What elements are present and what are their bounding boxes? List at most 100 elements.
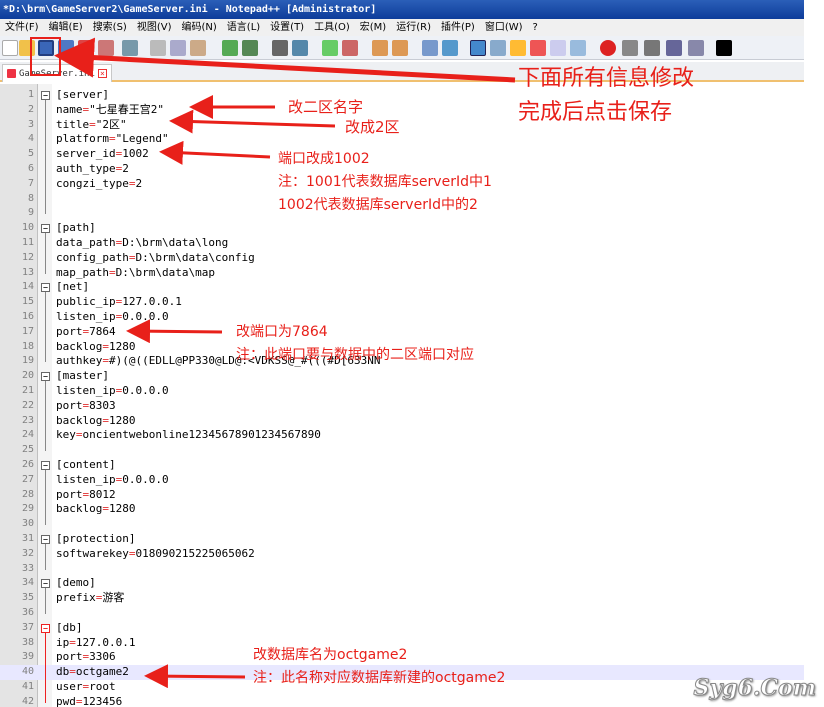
fold-toggle-icon[interactable]: − — [41, 372, 50, 382]
find-icon[interactable] — [272, 40, 288, 56]
code-line[interactable]: 33 — [0, 562, 804, 577]
code-line[interactable]: 27 listen_ip=0.0.0.0 — [0, 473, 804, 488]
save-macro-icon[interactable] — [688, 40, 704, 56]
code-line[interactable]: 39 port=3306 — [0, 650, 804, 665]
show-all-chars-icon[interactable] — [442, 40, 458, 56]
menu-item[interactable]: 搜索(S) — [88, 19, 132, 36]
code-line[interactable]: 2 name="七星春王宫2" — [0, 103, 804, 118]
plugin-icon[interactable] — [716, 40, 732, 56]
code-line[interactable]: 29 backlog=1280 — [0, 502, 804, 517]
code-line[interactable]: 4 platform="Legend" — [0, 132, 804, 147]
code-line[interactable]: 28 port=8012 — [0, 488, 804, 503]
menu-item[interactable]: 视图(V) — [132, 19, 177, 36]
menu-item[interactable]: 语言(L) — [222, 19, 265, 36]
code-line[interactable]: 14 [net] − — [0, 280, 804, 295]
code-line[interactable]: 35 prefix=游客 — [0, 591, 804, 606]
menu-item[interactable]: 运行(R) — [391, 19, 436, 36]
indent-guide-icon[interactable] — [470, 40, 486, 56]
code-line[interactable]: 20 [master] − — [0, 369, 804, 384]
code-line[interactable]: 41 user=root — [0, 680, 804, 695]
tab-bar: GameServer.ini × — [0, 62, 804, 82]
sync-h-icon[interactable] — [392, 40, 408, 56]
menu-item[interactable]: 工具(O) — [309, 19, 355, 36]
word-wrap-icon[interactable] — [422, 40, 438, 56]
fold-toggle-icon[interactable]: − — [41, 535, 50, 544]
open-file-icon[interactable] — [19, 40, 35, 56]
fold-toggle-icon[interactable]: − — [41, 461, 50, 470]
code-line[interactable]: 6 auth_type=2 — [0, 162, 804, 177]
paste-icon[interactable] — [190, 40, 206, 56]
code-line[interactable]: 38 ip=127.0.0.1 — [0, 636, 804, 651]
record-macro-icon[interactable] — [600, 40, 616, 56]
menu-item[interactable]: ? — [528, 19, 543, 36]
sync-v-icon[interactable] — [372, 40, 388, 56]
code-line[interactable]: 1 [server] − — [0, 88, 804, 103]
cut-icon[interactable] — [150, 40, 166, 56]
save-all-icon[interactable] — [58, 40, 74, 56]
code-line[interactable]: 37 [db] − — [0, 621, 804, 636]
menu-item[interactable]: 设置(T) — [265, 19, 309, 36]
fold-toggle-icon[interactable]: − — [41, 224, 50, 234]
code-line[interactable]: 17 port=7864 — [0, 325, 804, 340]
code-line[interactable]: 11 data_path=D:\brm\data\long — [0, 236, 804, 251]
code-line[interactable]: 30 — [0, 517, 804, 532]
print-icon[interactable] — [122, 40, 138, 56]
fold-toggle-icon[interactable]: − — [41, 91, 50, 100]
code-line[interactable]: 19 authkey=#)(@((EDLL@PP330@LD@:<VDKSS@_#… — [0, 354, 804, 369]
play-macro-icon[interactable] — [644, 40, 660, 56]
close-tab-icon[interactable]: × — [97, 69, 107, 78]
replace-icon[interactable] — [292, 40, 308, 56]
code-line[interactable]: 10 [path] − — [0, 221, 804, 236]
menu-item[interactable]: 插件(P) — [436, 19, 480, 36]
save-icon[interactable] — [38, 40, 54, 56]
code-line[interactable]: 9 — [0, 206, 804, 221]
code-line[interactable]: 18 backlog=1280 — [0, 340, 804, 355]
redo-icon[interactable] — [242, 40, 258, 56]
close-all-icon[interactable] — [98, 40, 114, 56]
copy-icon[interactable] — [170, 40, 186, 56]
menu-item[interactable]: 宏(M) — [355, 19, 391, 36]
code-line[interactable]: 32 softwarekey=018090215225065062 — [0, 547, 804, 562]
udl-icon[interactable] — [490, 40, 506, 56]
code-line[interactable]: 5 server_id=1002 — [0, 147, 804, 162]
menu-item[interactable]: 编码(N) — [177, 19, 222, 36]
code-line[interactable]: 15 public_ip=127.0.0.1 — [0, 295, 804, 310]
monitoring-icon[interactable] — [570, 40, 586, 56]
code-line[interactable]: 34 [demo] − — [0, 576, 804, 591]
code-line[interactable]: 22 port=8303 — [0, 399, 804, 414]
code-line[interactable]: 24 key=oncientwebonline123456789012345678… — [0, 428, 804, 443]
function-list-icon[interactable] — [530, 40, 546, 56]
code-line[interactable]: 16 listen_ip=0.0.0.0 — [0, 310, 804, 325]
zoom-out-icon[interactable] — [342, 40, 358, 56]
code-line[interactable]: 3 title="2区" — [0, 118, 804, 133]
code-line[interactable]: 23 backlog=1280 — [0, 414, 804, 429]
line-number: 9 — [27, 207, 34, 219]
fold-toggle-icon[interactable]: − — [41, 283, 50, 293]
fold-toggle-icon[interactable]: − — [41, 579, 50, 589]
zoom-in-icon[interactable] — [322, 40, 338, 56]
code-line[interactable]: 31 [protection] − — [0, 532, 804, 547]
code-line[interactable]: 42 pwd=123456 — [0, 695, 804, 707]
undo-icon[interactable] — [222, 40, 238, 56]
menu-item[interactable]: 文件(F) — [0, 19, 44, 36]
code-line[interactable]: 12 config_path=D:\brm\data\config — [0, 251, 804, 266]
menu-item[interactable]: 编辑(E) — [44, 19, 88, 36]
fold-toggle-icon[interactable]: − — [41, 623, 50, 633]
run-macro-icon[interactable] — [666, 40, 682, 56]
code-line[interactable]: 7 congzi_type=2 — [0, 177, 804, 192]
menu-item[interactable]: 窗口(W) — [480, 19, 528, 36]
tab-gameserver-ini[interactable]: GameServer.ini × — [2, 64, 112, 82]
stop-macro-icon[interactable] — [622, 40, 638, 56]
code-line[interactable]: 21 listen_ip=0.0.0.0 — [0, 384, 804, 399]
code-line[interactable]: 36 — [0, 606, 804, 621]
editor-area[interactable]: 1 [server] −2 name="七星春王宫2" 3 title="2区" 4 plat… — [0, 84, 804, 707]
code-line[interactable]: 25 — [0, 443, 804, 458]
code-line[interactable]: 40 db=octgame2 — [0, 665, 804, 680]
new-file-icon[interactable] — [2, 40, 18, 56]
folder-workspace-icon[interactable] — [550, 40, 566, 56]
code-line[interactable]: 8 — [0, 192, 804, 207]
code-line[interactable]: 26 [content] − — [0, 458, 804, 473]
close-file-icon[interactable] — [78, 40, 94, 56]
code-line[interactable]: 13 map_path=D:\brm\data\map — [0, 266, 804, 281]
doc-map-icon[interactable] — [510, 40, 526, 56]
